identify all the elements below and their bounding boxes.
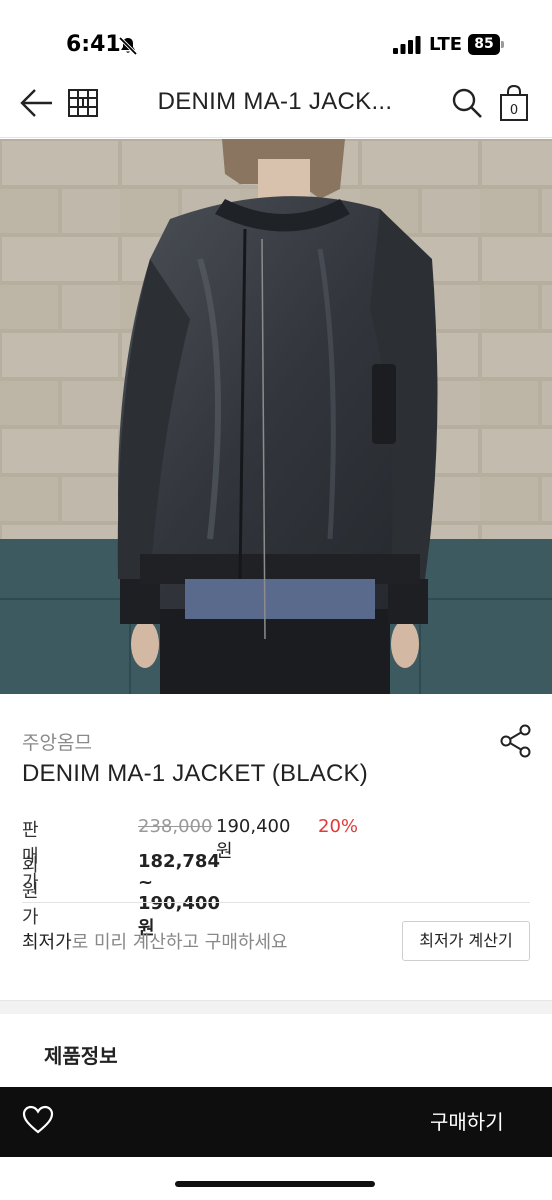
svg-text:0: 0 [510,103,518,118]
lowest-price-rest: 로 미리 계산하고 구매하세요 [71,932,288,953]
back-arrow-icon[interactable] [18,86,56,120]
lowest-price-emphasis: 최저가 [22,932,72,953]
battery-icon: 85 [468,34,504,55]
page-title: DENIM MA-1 JACK... [157,88,393,115]
search-icon[interactable] [450,86,484,120]
section-gap [0,1000,552,1014]
lowest-price-prompt: 최저가로 미리 계산하고 구매하세요 [22,928,288,954]
bell-slash-icon [118,36,138,56]
product-image[interactable] [0,139,552,694]
divider [22,902,530,903]
tab-product-info[interactable]: 제품정보 [44,1040,118,1069]
original-price: 238,000 [138,816,213,837]
discount-rate: 20% [318,816,359,837]
member-price: 182,784 ~ 190,400 원 [138,851,220,939]
network-label: LTE [429,34,463,55]
brand-name[interactable]: 주앙옴므 [22,728,92,755]
home-indicator-area [0,1157,552,1200]
lowest-price-calculator-button[interactable]: 최저가 계산기 [402,921,530,961]
store-home-icon[interactable] [66,86,100,120]
signal-icon [393,36,421,54]
home-indicator[interactable] [175,1181,375,1187]
current-price: 190,400 원 [216,816,291,862]
shopping-bag-icon[interactable]: 0 [498,84,530,122]
member-price-label: 회원가 [22,855,39,928]
product-photo [0,139,552,694]
heart-icon[interactable] [22,1105,54,1135]
buy-button[interactable]: 구매하기 [430,1087,552,1157]
bottom-action-bar: 구매하기 [0,1087,552,1157]
share-icon[interactable] [499,724,533,758]
product-name: DENIM MA-1 JACKET (BLACK) [22,760,368,787]
app-header: DENIM MA-1 JACK... 0 [0,70,552,138]
status-time: 6:41 [66,32,121,57]
battery-level: 85 [468,34,500,55]
